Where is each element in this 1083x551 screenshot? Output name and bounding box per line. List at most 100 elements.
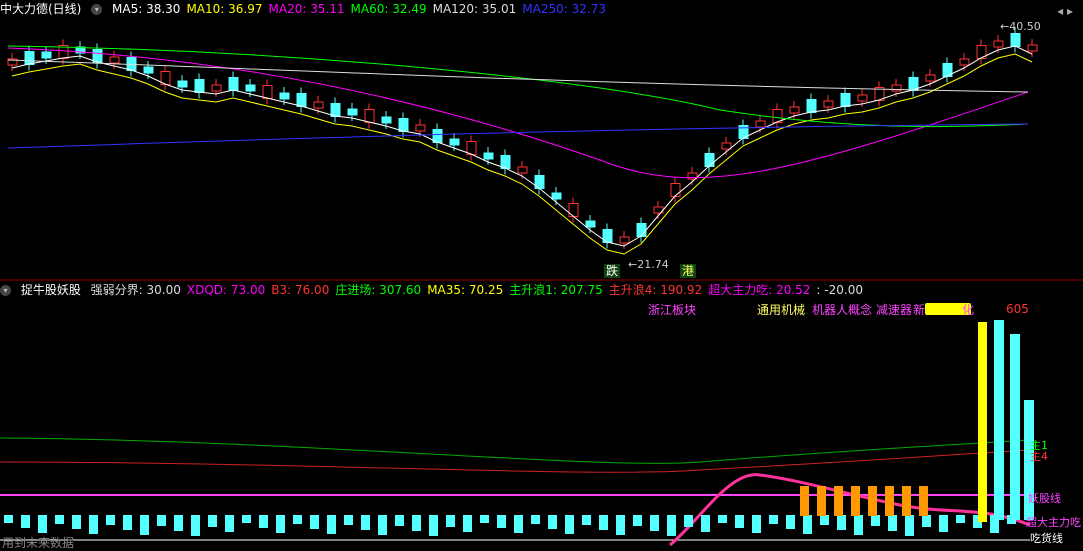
sector-hua: 化: [962, 303, 975, 317]
ma-indicator-2: MA20: 35.11: [268, 2, 345, 16]
volume-bar: [174, 515, 183, 531]
volume-bar: [803, 515, 812, 534]
candle-body: [330, 103, 341, 117]
accent-bar: [868, 486, 877, 516]
ma60-line: [7, 45, 1029, 128]
candle-body: [415, 124, 426, 132]
volume-bar: [208, 515, 217, 527]
accent-bar: [885, 486, 894, 516]
volume-bar: [786, 515, 795, 529]
sub-chart-header: ▾ 捉牛股妖股 强弱分界: 30.00 XDQD: 73.00 B3: 76.00 庄…: [0, 283, 875, 297]
candle-body: [398, 118, 409, 132]
ma20-line: [7, 47, 1029, 179]
line-label-zhu4: 主4: [1030, 450, 1048, 463]
volume-bar: [89, 515, 98, 534]
volume-bar: [293, 515, 302, 524]
candle-body: [313, 101, 324, 109]
sector-machinery: 通用机械: [757, 303, 806, 317]
volume-bar: [106, 515, 115, 525]
candle-body: [1027, 44, 1038, 52]
sub-indicator-8: : -20.00: [816, 283, 863, 297]
candle-body: [755, 120, 766, 128]
ma-indicator-list: MA5: 38.30 MA10: 36.97 MA20: 35.11 MA60: 32…: [112, 2, 612, 16]
volume-bar: [616, 515, 625, 535]
volume-bar: [344, 515, 353, 525]
tall-bar-b: [1010, 334, 1020, 520]
candle-body: [585, 220, 596, 228]
chaoda-line: [669, 473, 1031, 547]
volume-bar: [650, 515, 659, 531]
candle-body: [959, 58, 970, 66]
volume-bar: [667, 515, 676, 536]
ma-indicator-4: MA120: 35.01: [432, 2, 517, 16]
candle-body: [347, 108, 358, 116]
candle-body: [279, 92, 290, 100]
candle-body: [568, 203, 579, 217]
candle-body: [704, 153, 715, 167]
candle-body: [483, 152, 494, 160]
candle-body: [262, 85, 273, 99]
volume-bar: [871, 515, 880, 526]
die-badge: 跌: [604, 264, 621, 278]
sub-indicator-0: 强弱分界: 30.00: [90, 283, 181, 297]
volume-bar: [752, 515, 761, 533]
volume-bar: [191, 515, 200, 536]
volume-bar: [956, 515, 965, 523]
indicator-menu-icon[interactable]: ▾: [91, 4, 103, 15]
candle-body: [721, 142, 732, 150]
candle-body: [381, 116, 392, 124]
main-chart-title[interactable]: 中大力德(日线): [0, 2, 81, 16]
volume-bar: [225, 515, 234, 532]
subchart-menu-icon[interactable]: ▾: [0, 285, 11, 296]
volume-bar: [514, 515, 523, 533]
volume-bar: [378, 515, 387, 535]
accent-bar: [902, 486, 911, 516]
candle-body: [619, 236, 630, 244]
sub-chart-title[interactable]: 捉牛股妖股: [21, 283, 81, 297]
line-label-yaogu: 妖股线: [1028, 492, 1061, 505]
volume-bar: [446, 515, 455, 527]
volume-bar: [361, 515, 370, 530]
volume-bar: [531, 515, 540, 524]
chart-canvas[interactable]: [0, 0, 1083, 551]
volume-bar: [548, 515, 557, 529]
volume-bar: [327, 515, 336, 534]
volume-bar: [157, 515, 166, 526]
candle-body: [296, 93, 307, 107]
highlight-bar: [978, 322, 987, 522]
sector-new: 新: [913, 303, 926, 317]
volume-bar: [429, 515, 438, 536]
sub-indicator-3: 庄进场: 307.60: [335, 283, 422, 297]
main-chart-header: 中大力德(日线) ▾ MA5: 38.30 MA10: 36.97 MA20: 35…: [0, 2, 618, 16]
candle-body: [194, 79, 205, 93]
zhu4-line: [0, 449, 1029, 473]
volume-bar: [599, 515, 608, 530]
ma-indicator-1: MA10: 36.97: [186, 2, 263, 16]
volume-bar: [21, 515, 30, 528]
volume-bar: [310, 515, 319, 529]
volume-bar: [497, 515, 506, 528]
volume-bar: [905, 515, 914, 536]
volume-bar: [888, 515, 897, 531]
sub-indicator-5: 主升浪1: 207.75: [509, 283, 603, 297]
ma-indicator-3: MA60: 32.49: [350, 2, 427, 16]
volume-bar: [55, 515, 64, 524]
window-arrows-icon[interactable]: ◂ ▸: [1057, 4, 1073, 18]
candle-body: [840, 93, 851, 107]
candle-body: [364, 109, 375, 123]
ma250-line: [7, 123, 1029, 149]
volume-bar: [242, 515, 251, 523]
sub-indicator-2: B3: 76.00: [271, 283, 330, 297]
volume-bar: [701, 515, 710, 532]
candle-body: [993, 40, 1004, 48]
ma-indicator-0: MA5: 38.30: [112, 2, 181, 16]
gang-badge: 港: [680, 264, 697, 278]
candle-body: [211, 84, 222, 92]
high-price-label: ←40.50: [1000, 20, 1041, 33]
volume-bar: [820, 515, 829, 525]
candle-body: [228, 77, 239, 91]
accent-bar: [851, 486, 860, 516]
volume-bar: [854, 515, 863, 535]
tall-bar-a: [994, 320, 1004, 520]
candle-body: [636, 223, 647, 237]
